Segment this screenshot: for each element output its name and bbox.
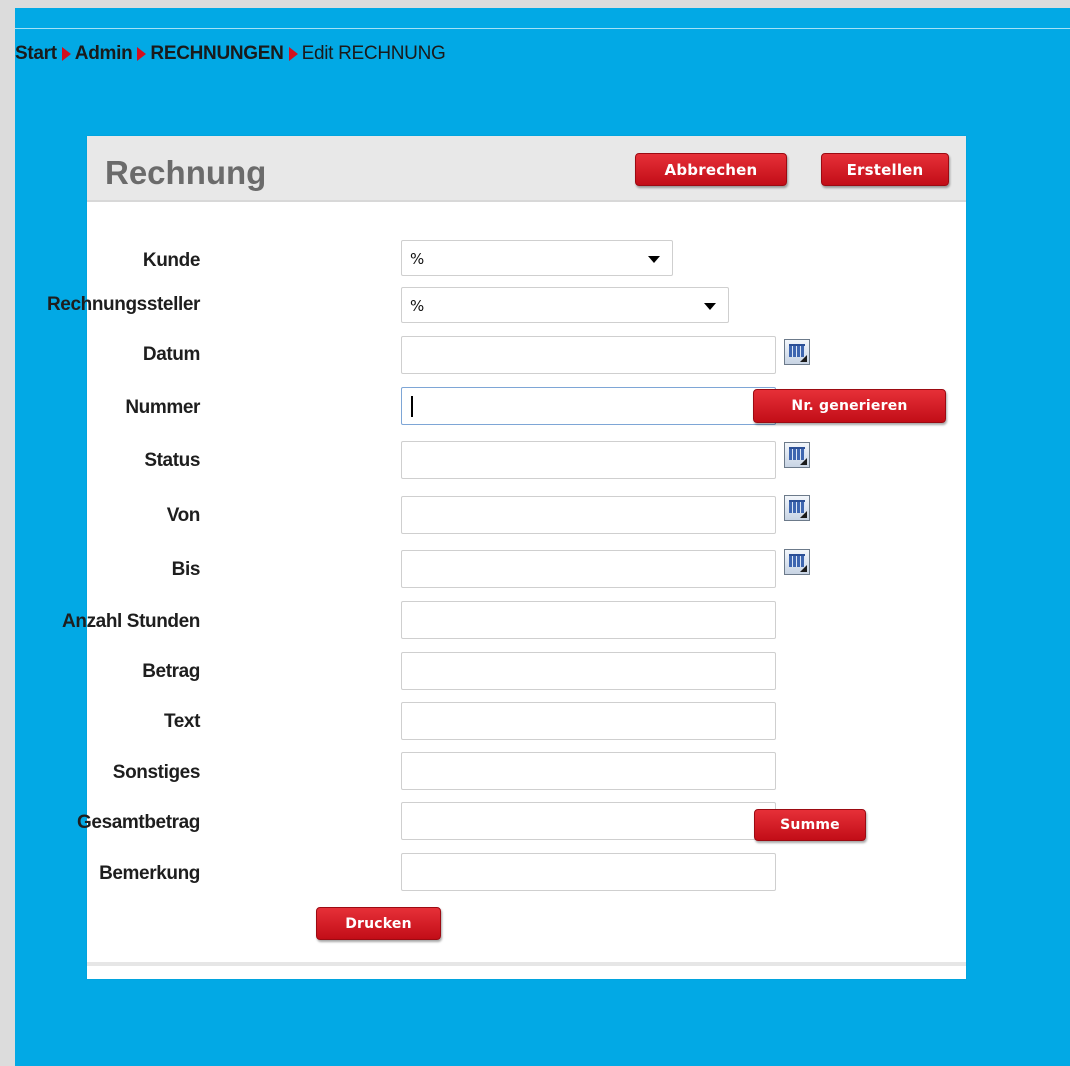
panel-footer — [87, 962, 966, 966]
sonstiges-field[interactable] — [401, 752, 776, 790]
rechnungssteller-select[interactable]: % — [401, 287, 729, 323]
cancel-button[interactable]: Abbrechen — [635, 153, 787, 186]
bis-label: Bis — [171, 559, 201, 580]
calendar-icon[interactable] — [784, 339, 810, 365]
text-label: Text — [163, 711, 200, 732]
status-label: Status — [144, 450, 200, 471]
kunde-select-value: % — [410, 250, 425, 268]
gesamtbetrag-label: Gesamtbetrag — [77, 812, 200, 833]
datum-label: Datum — [142, 344, 201, 365]
anzahl-stunden-field[interactable] — [401, 601, 776, 639]
bemerkung-label: Bemerkung — [99, 863, 200, 884]
kunde-label: Kunde — [142, 250, 201, 271]
betrag-label: Betrag — [142, 661, 200, 682]
triangle-right-icon — [137, 47, 147, 61]
rechnung-panel: Rechnung Abbrechen Erstellen Kunde % Rec… — [47, 136, 966, 979]
top-divider — [15, 28, 1070, 29]
rechnungssteller-label: Rechnungssteller — [46, 294, 200, 315]
breadcrumb-item-admin[interactable]: Admin — [75, 43, 133, 65]
calendar-icon[interactable] — [784, 495, 810, 521]
chevron-down-icon — [704, 303, 716, 310]
breadcrumb-item-start[interactable]: Start — [15, 43, 57, 65]
gesamtbetrag-field[interactable] — [401, 802, 776, 840]
text-field[interactable] — [401, 702, 776, 740]
status-field[interactable] — [401, 441, 776, 479]
generate-number-button[interactable]: Nr. generieren — [753, 389, 946, 423]
breadcrumb-current: Edit RECHNUNG — [301, 43, 446, 64]
calendar-icon[interactable] — [784, 442, 810, 468]
triangle-right-icon — [61, 47, 71, 61]
kunde-select[interactable]: % — [401, 240, 673, 276]
rechnungssteller-select-value: % — [410, 297, 425, 315]
panel-header: Rechnung Abbrechen Erstellen — [87, 136, 966, 202]
chevron-down-icon — [648, 256, 660, 263]
sum-button[interactable]: Summe — [754, 809, 866, 841]
betrag-field[interactable] — [401, 652, 776, 690]
text-cursor — [411, 396, 413, 417]
triangle-right-icon — [288, 47, 298, 61]
sonstiges-label: Sonstiges — [112, 762, 201, 783]
datum-field[interactable] — [401, 336, 776, 374]
nummer-label: Nummer — [125, 397, 200, 418]
bis-field[interactable] — [401, 550, 776, 588]
bemerkung-field[interactable] — [401, 853, 776, 891]
von-field[interactable] — [401, 496, 776, 534]
panel-title: Rechnung — [105, 154, 267, 191]
breadcrumb-item-rechnungen[interactable]: RECHNUNGEN — [150, 43, 283, 65]
create-button[interactable]: Erstellen — [821, 153, 949, 186]
anzahl-stunden-label: Anzahl Stunden — [62, 611, 200, 632]
print-button[interactable]: Drucken — [316, 907, 441, 940]
breadcrumb: Start Admin RECHNUNGEN Edit RECHNUNG — [15, 41, 446, 67]
von-label: Von — [166, 505, 201, 526]
nummer-field[interactable] — [401, 387, 776, 425]
calendar-icon[interactable] — [784, 549, 810, 575]
